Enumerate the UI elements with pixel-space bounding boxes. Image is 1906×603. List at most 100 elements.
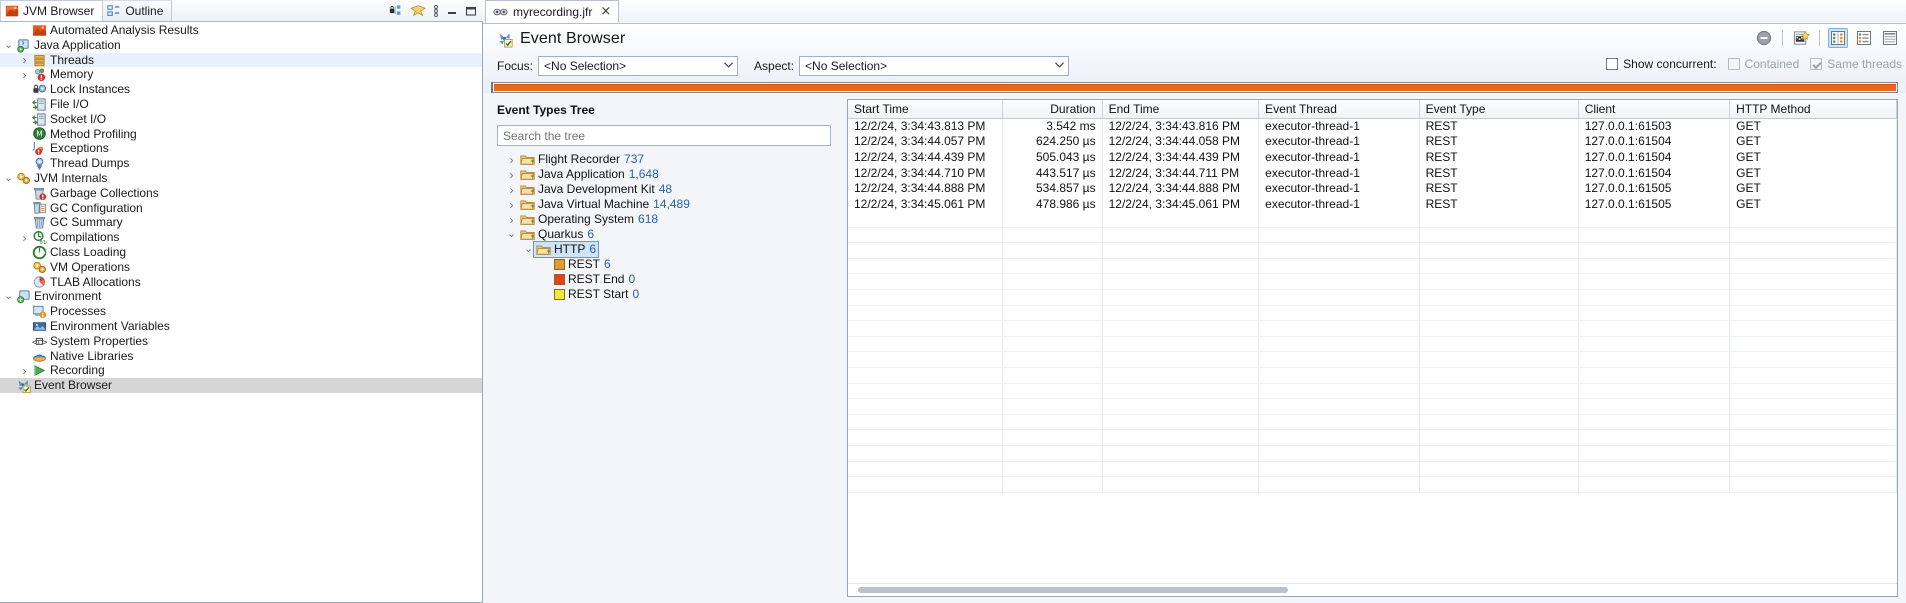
table-cell-http-method: GET bbox=[1730, 180, 1897, 196]
chevron-right-icon[interactable]: › bbox=[18, 232, 31, 244]
table-cell-empty bbox=[1419, 243, 1578, 259]
table-cell-client: 127.0.0.1:61505 bbox=[1578, 196, 1729, 212]
chevron-right-icon[interactable]: › bbox=[505, 154, 518, 166]
event-type-node-java-virtual-machine[interactable]: ›Java Virtual Machine14,489 bbox=[497, 197, 841, 212]
chevron-right-icon[interactable]: › bbox=[18, 54, 31, 66]
table-row[interactable]: 12/2/24, 3:34:43.813 PM3.542 ms12/2/24, … bbox=[848, 118, 1897, 134]
remove-icon[interactable] bbox=[1754, 28, 1774, 48]
chevron-down-icon[interactable]: ⌄ bbox=[2, 173, 15, 184]
chevron-down-icon[interactable]: ⌄ bbox=[2, 291, 15, 302]
timeline-range-bar[interactable] bbox=[491, 82, 1898, 93]
recording-icon bbox=[31, 363, 48, 378]
sidebar-item-exceptions[interactable]: JExceptions bbox=[0, 141, 482, 156]
chevron-right-icon[interactable]: › bbox=[505, 199, 518, 211]
tab-jvm-browser[interactable]: JVM Browser bbox=[0, 0, 103, 21]
link-with-editor-icon[interactable] bbox=[389, 4, 403, 17]
sidebar-item-automated-analysis-results[interactable]: Automated Analysis Results bbox=[0, 23, 482, 38]
event-type-node-rest-start[interactable]: REST Start0 bbox=[497, 287, 841, 302]
event-table-scroll[interactable]: Start TimeDurationEnd TimeEvent ThreadEv… bbox=[848, 100, 1897, 583]
svg-text:>: > bbox=[42, 337, 47, 347]
column-header-event-thread[interactable]: Event Thread bbox=[1259, 100, 1419, 118]
column-header-event-type[interactable]: Event Type bbox=[1419, 100, 1578, 118]
search-input[interactable] bbox=[497, 125, 831, 146]
sidebar-item-gc-configuration[interactable]: GC Configuration bbox=[0, 201, 482, 216]
sidebar-item-threads[interactable]: ›Threads bbox=[0, 53, 482, 68]
column-header-http-method[interactable]: HTTP Method bbox=[1730, 100, 1897, 118]
event-type-node-quarkus[interactable]: ⌄Quarkus6 bbox=[497, 227, 841, 242]
event-type-node-http[interactable]: ⌄HTTP6 bbox=[497, 242, 841, 257]
event-type-node-java-application[interactable]: ›Java Application1,648 bbox=[497, 167, 841, 182]
sidebar-item-vm-operations[interactable]: VM Operations bbox=[0, 260, 482, 275]
svg-text:J: J bbox=[32, 141, 35, 151]
maximize-icon[interactable] bbox=[465, 5, 477, 17]
event-type-node-operating-system[interactable]: ›Operating System618 bbox=[497, 212, 841, 227]
sidebar-item-native-libraries[interactable]: Native Libraries bbox=[0, 349, 482, 364]
sidebar-item-compilations[interactable]: ›010Compilations bbox=[0, 230, 482, 245]
column-header-start-time[interactable]: Start Time bbox=[848, 100, 1002, 118]
table-cell-empty bbox=[1578, 414, 1729, 430]
sidebar-item-method-profiling[interactable]: MMethod Profiling bbox=[0, 127, 482, 142]
chevron-down-icon[interactable]: ⌄ bbox=[505, 229, 518, 240]
table-cell-empty bbox=[1002, 336, 1102, 352]
table-cell-empty bbox=[1419, 352, 1578, 368]
table-row[interactable]: 12/2/24, 3:34:44.888 PM534.857 µs12/2/24… bbox=[848, 180, 1897, 196]
view-menu-dots-icon[interactable] bbox=[433, 4, 439, 18]
table-row[interactable]: 12/2/24, 3:34:44.710 PM443.517 µs12/2/24… bbox=[848, 165, 1897, 181]
sidebar-item-jvm-internals[interactable]: ⌄JVM Internals bbox=[0, 171, 482, 186]
event-type-node-rest-end[interactable]: REST End0 bbox=[497, 272, 841, 287]
column-header-client[interactable]: Client bbox=[1578, 100, 1729, 118]
sidebar-item-file-i-o[interactable]: File I/O bbox=[0, 97, 482, 112]
event-type-label: Quarkus bbox=[538, 227, 583, 242]
table-row[interactable]: 12/2/24, 3:34:44.439 PM505.043 µs12/2/24… bbox=[848, 149, 1897, 165]
chevron-right-icon[interactable]: › bbox=[505, 169, 518, 181]
sidebar-item-gc-summary[interactable]: GC Summary bbox=[0, 215, 482, 230]
sidebar-item-class-loading[interactable]: Class Loading bbox=[0, 245, 482, 260]
event-table-hscrollbar[interactable] bbox=[848, 583, 1897, 596]
sidebar-item-java-application[interactable]: ⌄Java Application bbox=[0, 38, 482, 53]
chevron-right-icon[interactable]: › bbox=[18, 69, 31, 81]
event-types-tree-list[interactable]: ›Flight Recorder737›Java Application1,64… bbox=[497, 152, 841, 302]
sidebar-item-environment[interactable]: ⌄Environment bbox=[0, 289, 482, 304]
editor-tab-myrecording[interactable]: myrecording.jfr × bbox=[485, 0, 619, 23]
chevron-right-icon[interactable]: › bbox=[505, 214, 518, 226]
tree-layout-icon[interactable] bbox=[1828, 28, 1848, 48]
event-type-node-flight-recorder[interactable]: ›Flight Recorder737 bbox=[497, 152, 841, 167]
sidebar-item-processes[interactable]: Processes bbox=[0, 304, 482, 319]
chevron-right-icon[interactable]: › bbox=[505, 184, 518, 196]
view-menu-icon[interactable] bbox=[410, 4, 426, 18]
scrollbar-thumb[interactable] bbox=[858, 587, 1288, 593]
list-layout-icon[interactable] bbox=[1854, 28, 1874, 48]
column-header-end-time[interactable]: End Time bbox=[1102, 100, 1259, 118]
sidebar-item-event-browser[interactable]: Event Browser bbox=[0, 378, 482, 393]
close-icon[interactable]: × bbox=[600, 5, 611, 18]
table-layout-icon[interactable] bbox=[1880, 28, 1900, 48]
tab-outline[interactable]: Outline bbox=[103, 0, 172, 21]
sidebar-item-label: Socket I/O bbox=[48, 112, 106, 127]
new-page-icon[interactable] bbox=[1791, 28, 1811, 48]
chevron-right-icon[interactable]: › bbox=[18, 365, 31, 377]
event-type-label: Java Virtual Machine bbox=[538, 197, 649, 212]
column-header-duration[interactable]: Duration bbox=[1002, 100, 1102, 118]
minimize-icon[interactable] bbox=[446, 5, 458, 17]
sidebar-item-socket-i-o[interactable]: Socket I/O bbox=[0, 112, 482, 127]
event-type-node-rest[interactable]: REST6 bbox=[497, 257, 841, 272]
aspect-combo[interactable]: <No Selection> bbox=[799, 56, 1069, 76]
table-row[interactable]: 12/2/24, 3:34:45.061 PM478.986 µs12/2/24… bbox=[848, 196, 1897, 212]
sidebar-item-memory[interactable]: ›Memory bbox=[0, 67, 482, 82]
event-type-node-java-development-kit[interactable]: ›Java Development Kit48 bbox=[497, 182, 841, 197]
event-types-tree-pane: Event Types Tree ›Flight Recorder737›Jav… bbox=[491, 99, 841, 597]
table-cell-empty bbox=[1259, 461, 1419, 477]
sidebar-item-system-properties[interactable]: <>System Properties bbox=[0, 334, 482, 349]
jvm-browser-tree[interactable]: Automated Analysis Results⌄Java Applicat… bbox=[0, 22, 483, 603]
sidebar-item-garbage-collections[interactable]: Garbage Collections bbox=[0, 186, 482, 201]
sidebar-item-label: Thread Dumps bbox=[48, 156, 129, 171]
table-row[interactable]: 12/2/24, 3:34:44.057 PM624.250 µs12/2/24… bbox=[848, 134, 1897, 150]
sidebar-item-tlab-allocations[interactable]: TLAB Allocations bbox=[0, 275, 482, 290]
sidebar-item-environment-variables[interactable]: Environment Variables bbox=[0, 319, 482, 334]
chevron-down-icon[interactable]: ⌄ bbox=[2, 40, 15, 51]
show-concurrent-checkbox[interactable] bbox=[1606, 58, 1618, 70]
focus-combo[interactable]: <No Selection> bbox=[538, 56, 738, 76]
sidebar-item-recording[interactable]: ›Recording bbox=[0, 363, 482, 378]
sidebar-item-lock-instances[interactable]: Lock Instances bbox=[0, 82, 482, 97]
sidebar-item-thread-dumps[interactable]: Thread Dumps bbox=[0, 156, 482, 171]
